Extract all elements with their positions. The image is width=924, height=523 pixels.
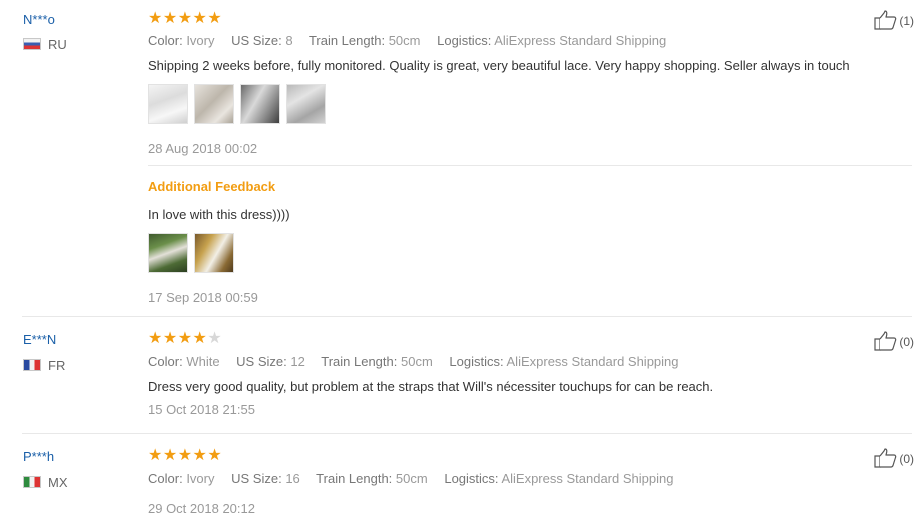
star-icon: ★ — [162, 330, 178, 347]
attr-value: 50cm — [395, 471, 428, 486]
star-icon: ★ — [177, 447, 193, 464]
star-icon: ★ — [162, 447, 178, 464]
star-icon: ★ — [177, 330, 193, 347]
attr-key: Logistics: — [449, 354, 504, 369]
star-icon: ★ — [148, 330, 163, 347]
review-username[interactable]: N***o — [23, 12, 55, 27]
star-icon: ★ — [207, 10, 223, 27]
attr-value: Ivory — [186, 471, 215, 486]
attr-key: Logistics: — [444, 471, 499, 486]
additional-feedback-label: Additional Feedback — [148, 179, 276, 194]
additional-feedback-text: In love with this dress)))) — [148, 207, 290, 222]
star-rating: ★★★★★ — [148, 448, 222, 464]
country-code: MX — [48, 475, 68, 490]
review-text: Shipping 2 weeks before, fully monitored… — [148, 58, 850, 73]
attr-value: AliExpress Standard Shipping — [501, 471, 674, 486]
attr-key: Color: — [148, 354, 183, 369]
attr-key: Color: — [148, 33, 183, 48]
review-text: Dress very good quality, but problem at … — [148, 379, 714, 394]
order-attributes: Color: Ivory US Size: 8 Train Length: 50… — [148, 33, 679, 48]
star-icon: ★ — [192, 447, 208, 464]
review-photo-thumbnail[interactable] — [148, 84, 188, 124]
attr-value: White — [186, 354, 220, 369]
review-photos — [148, 84, 332, 126]
attr-value: 50cm — [400, 354, 433, 369]
helpful-count: (0) — [899, 452, 914, 466]
attr-key: Train Length: — [308, 33, 386, 48]
helpful-button[interactable]: (0) — [874, 331, 914, 351]
thumbs-up-icon — [874, 448, 897, 468]
review-username[interactable]: E***N — [23, 332, 56, 347]
helpful-count: (1) — [899, 14, 914, 28]
attr-key: US Size: — [236, 354, 287, 369]
flag-mx-icon — [23, 476, 41, 488]
star-icon: ★ — [148, 447, 163, 464]
attr-value: AliExpress Standard Shipping — [494, 33, 667, 48]
review-date: 28 Aug 2018 00:02 — [148, 141, 258, 156]
review-date: 29 Oct 2018 20:12 — [148, 501, 255, 516]
review-photo-thumbnail[interactable] — [194, 233, 234, 273]
review-divider — [22, 433, 912, 434]
review-photo-thumbnail[interactable] — [240, 84, 280, 124]
review-country: MX — [23, 475, 68, 490]
review-date: 15 Oct 2018 21:55 — [148, 402, 255, 417]
additional-photos — [148, 233, 240, 275]
flag-ru-icon — [23, 38, 41, 50]
divider — [148, 165, 912, 166]
star-icon: ★ — [207, 447, 223, 464]
attr-key: Color: — [148, 471, 183, 486]
flag-fr-icon — [23, 359, 41, 371]
attr-key: Train Length: — [321, 354, 398, 369]
review-photo-thumbnail[interactable] — [148, 233, 188, 273]
review-country: FR — [23, 358, 65, 373]
star-icon: ★ — [192, 10, 208, 27]
attr-key: Train Length: — [316, 471, 393, 486]
attr-value: Ivory — [186, 33, 215, 48]
star-icon: ★ — [177, 10, 193, 27]
review-username[interactable]: P***h — [23, 449, 54, 464]
attr-value: 50cm — [388, 33, 421, 48]
attr-value: 8 — [285, 33, 293, 48]
helpful-count: (0) — [899, 335, 914, 349]
thumbs-up-icon — [874, 10, 897, 30]
attr-value: AliExpress Standard Shipping — [506, 354, 679, 369]
attr-key: Logistics: — [437, 33, 492, 48]
country-code: RU — [48, 37, 67, 52]
star-icon: ★ — [162, 10, 178, 27]
country-code: FR — [48, 358, 66, 373]
order-attributes: Color: Ivory US Size: 16 Train Length: 5… — [148, 471, 686, 486]
review-photo-thumbnail[interactable] — [286, 84, 326, 124]
thumbs-up-icon — [874, 331, 897, 351]
review-country: RU — [23, 37, 67, 52]
attr-value: 16 — [285, 471, 300, 486]
review-photo-thumbnail[interactable] — [194, 84, 234, 124]
review-divider — [22, 316, 912, 317]
helpful-button[interactable]: (1) — [874, 10, 914, 30]
attr-key: US Size: — [231, 33, 282, 48]
star-icon: ★ — [148, 10, 163, 27]
star-rating: ★★★★★ — [148, 331, 222, 347]
additional-feedback-date: 17 Sep 2018 00:59 — [148, 290, 258, 305]
helpful-button[interactable]: (0) — [874, 448, 914, 468]
star-rating: ★★★★★ — [148, 11, 222, 27]
order-attributes: Color: White US Size: 12 Train Length: 5… — [148, 354, 692, 369]
attr-key: US Size: — [231, 471, 282, 486]
star-empty-icon: ★ — [207, 330, 223, 347]
attr-value: 12 — [290, 354, 305, 369]
star-icon: ★ — [192, 330, 208, 347]
